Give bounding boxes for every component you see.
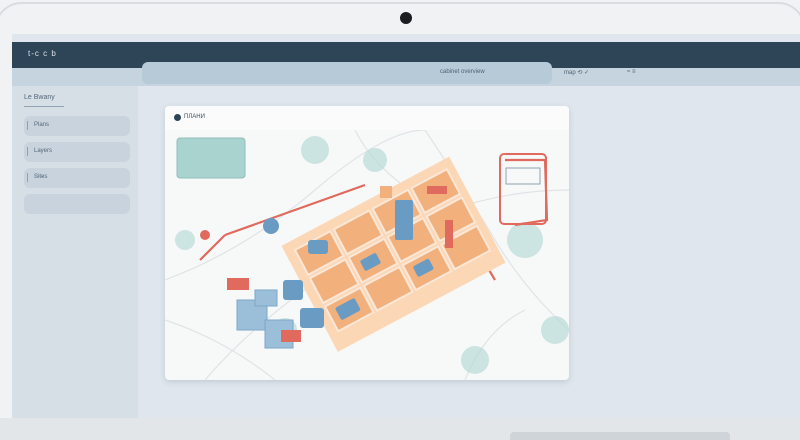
sidebar-divider bbox=[24, 106, 64, 107]
item-tick bbox=[27, 147, 28, 156]
toolbar-text-1[interactable]: map ⟲ ✓ bbox=[564, 69, 589, 76]
sidebar-item-3[interactable]: Sites ≈≈≈ bbox=[24, 168, 130, 188]
park-pool bbox=[176, 137, 246, 179]
toolbar-text-2[interactable]: ≈ ≡ bbox=[627, 69, 635, 75]
item-mark-icon: ≈≈≈ bbox=[34, 174, 44, 180]
orange-marker bbox=[380, 186, 392, 198]
sidebar-item-label: Layers bbox=[34, 148, 53, 154]
screen: t-c c b cabinet overview map ⟲ ✓ ≈ ≡ Le … bbox=[12, 34, 800, 420]
map-card-header: ПЛАНИ bbox=[165, 106, 569, 130]
sidebar-item-2[interactable]: Layers bbox=[24, 142, 130, 162]
app-brand: t-c c b bbox=[28, 49, 57, 58]
search-tab-label: cabinet overview bbox=[440, 69, 485, 75]
site-map[interactable] bbox=[165, 130, 569, 380]
camera-icon bbox=[400, 12, 412, 24]
sidebar: Le Bwany Plans Layers Sites ≈≈≈ bbox=[12, 86, 138, 420]
sidebar-heading: Le Bwany bbox=[24, 94, 55, 101]
building-block bbox=[505, 167, 541, 185]
sidebar-item-label: Plans bbox=[34, 122, 50, 128]
map-card-title: ПЛАНИ bbox=[184, 114, 205, 120]
item-tick bbox=[27, 173, 28, 182]
sidebar-item-1[interactable]: Plans bbox=[24, 116, 130, 136]
laptop-hinge bbox=[510, 432, 730, 440]
sidebar-item-4[interactable] bbox=[24, 194, 130, 214]
map-card-dot-icon bbox=[174, 114, 181, 121]
item-tick bbox=[27, 121, 28, 130]
search-tab[interactable]: cabinet overview bbox=[142, 62, 552, 84]
map-card: ПЛАНИ bbox=[165, 106, 569, 380]
red-building-outline bbox=[499, 153, 547, 225]
